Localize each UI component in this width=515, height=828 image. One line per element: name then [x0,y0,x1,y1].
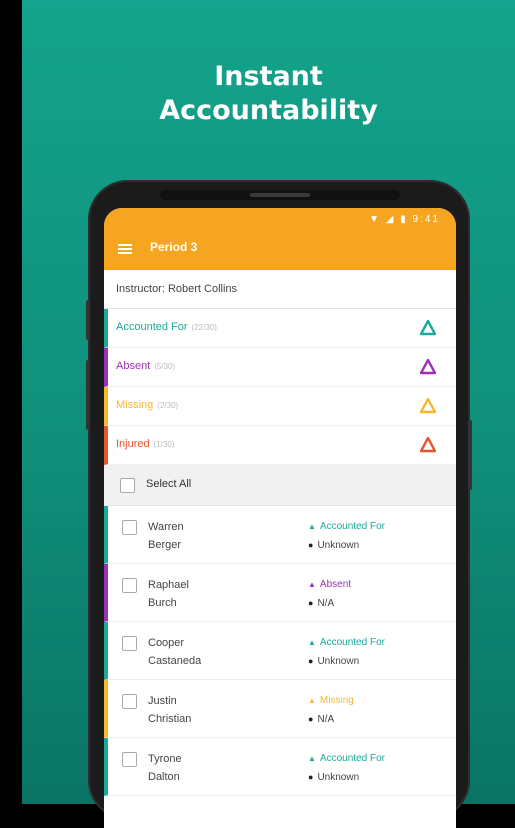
volume-button [86,300,90,340]
student-row[interactable]: Justin Christian ▲ Missing ● N/A [104,680,456,738]
status-summary-row[interactable]: Accounted For (22/30) [104,309,456,348]
student-row[interactable]: Raphael Burch ▲ Absent ● N/A [104,564,456,622]
status-summary-label: Injured (1/30) [116,438,175,450]
phone-screen: ▼ ◢ ▮ 9:41 Period 3 Instructor: Robert C… [104,208,456,828]
student-checkbox[interactable] [122,752,137,767]
student-name: Tyrone Dalton [148,753,182,783]
location-pin-icon: ● [308,714,314,724]
status-triangle-icon: ▲ [308,580,316,589]
location-pin-icon: ● [308,772,314,782]
student-location: ● N/A [308,598,335,609]
headline-line-1: Instant [214,61,323,92]
select-all-checkbox[interactable] [120,478,135,493]
student-checkbox[interactable] [122,578,137,593]
instructor-label: Instructor: Robert Collins [104,270,456,309]
student-location: ● N/A [308,714,335,725]
student-location: ● Unknown [308,772,360,783]
student-name: Raphael Burch [148,579,189,609]
select-all-row[interactable]: Select All [104,465,456,506]
student-row[interactable]: Tyrone Dalton ▲ Accounted For ● Unknown [104,738,456,796]
location-pin-icon: ● [308,598,314,608]
warning-icon[interactable] [420,437,436,453]
location-pin-icon: ● [308,540,314,550]
student-checkbox[interactable] [122,520,137,535]
student-name: Cooper Castaneda [148,637,202,667]
app-bar-title: Period 3 [150,240,198,254]
student-checkbox[interactable] [122,636,137,651]
speaker-grille [250,193,310,197]
warning-icon[interactable] [420,359,436,375]
student-status: ▲ Absent [308,579,352,590]
status-summary-label: Accounted For (22/30) [116,321,217,333]
status-summary-label: Absent (5/30) [116,360,176,372]
status-triangle-icon: ▲ [308,638,316,647]
student-status: ▲ Accounted For [308,521,385,532]
status-summary-list: Accounted For (22/30) Absent (5/30) Missing(… [104,309,456,465]
status-summary-row[interactable]: Injured (1/30) [104,426,456,465]
student-list: Warren Berger ▲ Accounted For ● Unknown Raphae… [104,506,456,796]
student-checkbox[interactable] [122,694,137,709]
status-bar: ▼ ◢ ▮ 9:41 [369,214,440,225]
status-summary-row[interactable]: Missing (2/30) [104,387,456,426]
student-row[interactable]: Warren Berger ▲ Accounted For ● Unknown [104,506,456,564]
headline-line-2: Accountability [159,95,378,126]
status-summary-row[interactable]: Absent (5/30) [104,348,456,387]
hamburger-menu-icon[interactable] [118,244,132,254]
status-summary-label: Missing (2/30) [116,399,179,411]
headline: Instant Accountability [22,60,515,128]
student-row[interactable]: Cooper Castaneda ▲ Accounted For ● Unknown [104,622,456,680]
student-status: ▲ Accounted For [308,637,385,648]
student-name: Warren Berger [148,521,184,551]
warning-icon[interactable] [420,398,436,414]
student-name: Justin Christian [148,695,192,725]
student-location: ● Unknown [308,540,360,551]
student-location: ● Unknown [308,656,360,667]
volume-button [86,360,90,430]
student-status: ▲ Accounted For [308,753,385,764]
status-triangle-icon: ▲ [308,522,316,531]
select-all-label: Select All [146,478,192,490]
status-triangle-icon: ▲ [308,754,316,763]
status-triangle-icon: ▲ [308,696,316,705]
app-bar: ▼ ◢ ▮ 9:41 Period 3 [104,208,456,270]
location-pin-icon: ● [308,656,314,666]
student-status: ▲ Missing [308,695,354,706]
power-button [468,420,472,490]
warning-icon[interactable] [420,320,436,336]
